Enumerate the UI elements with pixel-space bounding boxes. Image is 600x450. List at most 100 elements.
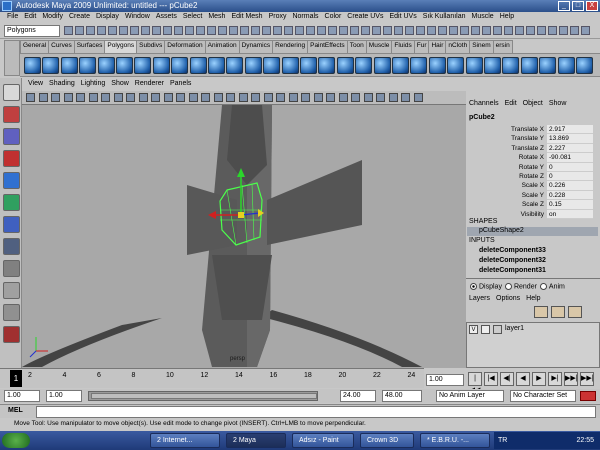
polygon-tool-icon[interactable] bbox=[208, 57, 225, 74]
shelf-tab-fur[interactable]: Fur bbox=[413, 40, 430, 53]
status-tool-icon[interactable] bbox=[394, 26, 403, 35]
status-tool-icon[interactable] bbox=[119, 26, 128, 35]
status-tool-icon[interactable] bbox=[416, 26, 425, 35]
status-tool-icon[interactable] bbox=[515, 26, 524, 35]
attribute-value[interactable]: 0 bbox=[547, 171, 593, 182]
layer-color-swatch[interactable] bbox=[493, 325, 502, 334]
status-tool-icon[interactable] bbox=[97, 26, 106, 35]
shelf-tab-subdivs[interactable]: Subdivs bbox=[136, 40, 166, 53]
shelf-tab-ncloth[interactable]: nCloth bbox=[445, 40, 471, 53]
scale-tool-icon[interactable] bbox=[3, 194, 20, 211]
viewport-tool-icon[interactable] bbox=[88, 93, 98, 102]
playback-start-field[interactable]: 1.00 bbox=[46, 390, 82, 402]
menu-normals[interactable]: Normals bbox=[289, 12, 321, 23]
viewport-tool-icon[interactable] bbox=[101, 93, 110, 102]
status-tool-icon[interactable] bbox=[581, 26, 590, 35]
polygon-tool-icon[interactable] bbox=[557, 57, 575, 74]
status-tool-icon[interactable] bbox=[163, 26, 172, 35]
mel-label[interactable]: MEL bbox=[8, 407, 23, 414]
menu-assets[interactable]: Assets bbox=[153, 12, 180, 23]
anim-end-field[interactable]: 48.00 bbox=[382, 390, 422, 402]
channelbox-menu-edit[interactable]: Edit bbox=[505, 100, 517, 111]
playback-end-field[interactable]: 24.00 bbox=[340, 390, 376, 402]
attribute-row-translate-z[interactable]: Translate Z 2.227 bbox=[467, 143, 598, 154]
key-icon[interactable] bbox=[580, 391, 596, 401]
menu-modify[interactable]: Modify bbox=[39, 12, 66, 23]
mode-radio-render[interactable]: Render bbox=[504, 283, 537, 293]
status-tool-icon[interactable] bbox=[64, 26, 73, 35]
shelf-tab-ersin[interactable]: ersin bbox=[492, 40, 513, 53]
attribute-value[interactable]: -90.081 bbox=[547, 153, 593, 163]
menu-help[interactable]: Help bbox=[497, 12, 517, 23]
shelf-tab-deformation[interactable]: Deformation bbox=[164, 40, 206, 53]
new-layer-selected-icon[interactable] bbox=[551, 306, 565, 318]
attribute-row-scale-z[interactable]: Scale Z 0.15 bbox=[467, 200, 598, 210]
polygon-tool-icon[interactable] bbox=[410, 57, 428, 74]
lasso-tool-icon[interactable] bbox=[3, 106, 20, 123]
polygon-tool-icon[interactable] bbox=[79, 57, 97, 74]
menu-edit-mesh[interactable]: Edit Mesh bbox=[228, 12, 265, 23]
input-node[interactable]: deleteComponent33 bbox=[467, 247, 598, 257]
taskbar-item-2-internet[interactable]: 2 Internet... bbox=[150, 433, 220, 448]
shelf-tab-polygons[interactable]: Polygons bbox=[104, 40, 138, 53]
play-backward-button[interactable]: ◀ bbox=[516, 372, 530, 386]
viewport-tool-icon[interactable] bbox=[163, 93, 173, 102]
shelf-tab-dynamics[interactable]: Dynamics bbox=[238, 40, 274, 53]
viewport-tool-icon[interactable] bbox=[376, 93, 385, 102]
menu-color[interactable]: Color bbox=[322, 12, 345, 23]
shelf-tab-painteffects[interactable]: PaintEffects bbox=[307, 40, 348, 53]
shelf-tab-rendering[interactable]: Rendering bbox=[272, 40, 309, 53]
viewport-tool-icon[interactable] bbox=[388, 93, 398, 102]
menu-mesh[interactable]: Mesh bbox=[205, 12, 228, 23]
menu-file[interactable]: File bbox=[4, 12, 21, 23]
shelf-tab-toon[interactable]: Toon bbox=[346, 40, 367, 53]
polygon-tool-icon[interactable] bbox=[244, 57, 262, 74]
layer-options-icon[interactable] bbox=[568, 306, 582, 318]
attribute-row-rotate-y[interactable]: Rotate Y0 bbox=[467, 162, 598, 172]
input-node[interactable]: deleteComponent31 bbox=[467, 267, 598, 277]
show-manip-icon[interactable] bbox=[3, 260, 20, 277]
polygon-tool-icon[interactable] bbox=[281, 57, 299, 74]
attribute-row-translate-y[interactable]: Translate Y 13.869 bbox=[467, 134, 598, 144]
layer-type-toggle[interactable] bbox=[481, 325, 490, 334]
polygon-tool-icon[interactable] bbox=[24, 57, 41, 74]
polygon-tool-icon[interactable] bbox=[318, 57, 336, 74]
polygon-tool-icon[interactable] bbox=[97, 57, 115, 74]
status-tool-icon[interactable] bbox=[493, 26, 502, 35]
polygon-tool-icon[interactable] bbox=[447, 57, 465, 74]
polygon-tool-icon[interactable] bbox=[226, 57, 244, 74]
viewport-tool-icon[interactable] bbox=[338, 93, 348, 102]
close-button[interactable]: X bbox=[586, 1, 598, 11]
step-back-frame-button[interactable]: ◀| bbox=[500, 372, 514, 386]
polygon-tool-icon[interactable] bbox=[520, 57, 538, 74]
status-tool-icon[interactable] bbox=[86, 26, 95, 35]
rotate-tool-icon[interactable] bbox=[3, 172, 20, 189]
layer-menu-options[interactable]: Options bbox=[496, 295, 520, 305]
viewport-tool-icon[interactable] bbox=[401, 93, 410, 102]
viewport-tool-icon[interactable] bbox=[326, 93, 335, 102]
language-indicator[interactable]: TR bbox=[498, 432, 507, 449]
viewport-tool-icon[interactable] bbox=[113, 93, 123, 102]
polygon-tool-icon[interactable] bbox=[263, 57, 281, 74]
range-track[interactable] bbox=[88, 391, 318, 401]
status-tool-icon[interactable] bbox=[548, 26, 557, 35]
viewport-tool-icon[interactable] bbox=[301, 93, 310, 102]
go-to-start-button[interactable]: |◀◀ bbox=[468, 372, 482, 394]
attribute-row-scale-x[interactable]: Scale X 0.226 bbox=[467, 181, 598, 191]
viewport-tool-icon[interactable] bbox=[351, 93, 360, 102]
viewport-tool-icon[interactable] bbox=[176, 93, 185, 102]
viewport-tool-icon[interactable] bbox=[63, 93, 73, 102]
status-tool-icon[interactable] bbox=[460, 26, 469, 35]
shelf-tab-muscle[interactable]: Muscle bbox=[365, 40, 393, 53]
maximize-button[interactable]: □ bbox=[572, 1, 584, 11]
viewport-tool-icon[interactable] bbox=[313, 93, 323, 102]
viewport-tool-icon[interactable] bbox=[51, 93, 60, 102]
status-tool-icon[interactable] bbox=[559, 26, 568, 35]
current-frame-field[interactable]: 1.00 bbox=[426, 374, 464, 386]
polygon-tool-icon[interactable] bbox=[300, 57, 317, 74]
layer-row[interactable]: V layer1 bbox=[469, 325, 597, 335]
status-tool-icon[interactable] bbox=[240, 26, 249, 35]
layer-menu-help[interactable]: Help bbox=[526, 295, 540, 305]
soft-mod-icon[interactable] bbox=[3, 238, 20, 255]
shelf-tab-sinem[interactable]: Sinem bbox=[469, 40, 494, 53]
